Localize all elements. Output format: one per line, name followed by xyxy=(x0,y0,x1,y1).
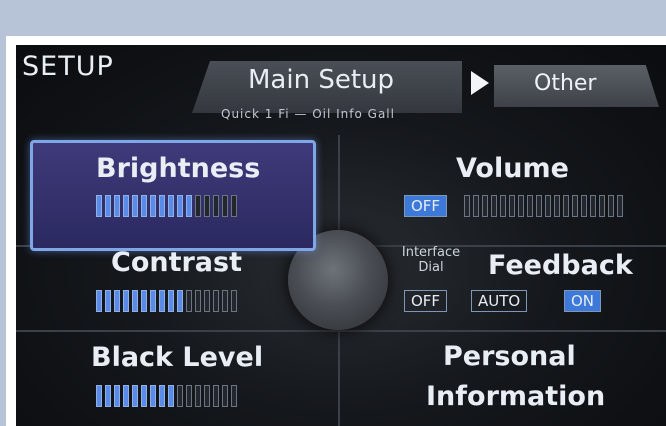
meter-segment xyxy=(204,385,210,407)
feedback-label: Feedback xyxy=(488,250,633,281)
meter-segment xyxy=(204,290,210,312)
volume-label: Volume xyxy=(456,153,569,184)
meter-segment xyxy=(527,195,533,217)
meter-segment xyxy=(195,385,201,407)
meter-segment xyxy=(213,385,219,407)
meter-segment xyxy=(105,290,111,312)
meter-segment xyxy=(159,290,165,312)
black-level-meter xyxy=(96,385,237,407)
meter-segment xyxy=(132,195,138,217)
volume-meter xyxy=(464,195,623,217)
black-level-label: Black Level xyxy=(91,342,264,373)
meter-segment xyxy=(105,385,111,407)
meter-segment xyxy=(177,385,183,407)
meter-segment xyxy=(608,195,614,217)
information-label: Information xyxy=(426,381,606,412)
meter-segment xyxy=(159,195,165,217)
page-title: SETUP xyxy=(22,51,114,82)
interface-dial-label: Interface Dial xyxy=(401,245,461,275)
meter-segment xyxy=(473,195,479,217)
arrow-right-icon xyxy=(471,71,489,95)
feedback-option-on[interactable]: ON xyxy=(564,290,602,312)
meter-segment xyxy=(96,195,102,217)
meter-segment xyxy=(168,385,174,407)
meter-segment xyxy=(572,195,578,217)
feedback-option-auto[interactable]: AUTO xyxy=(471,290,528,312)
tab-other-label: Other xyxy=(534,71,597,96)
meter-segment xyxy=(186,385,192,407)
meter-segment xyxy=(150,290,156,312)
meter-segment xyxy=(599,195,605,217)
meter-segment xyxy=(141,385,147,407)
meter-segment xyxy=(96,385,102,407)
meter-segment xyxy=(141,290,147,312)
contrast-label: Contrast xyxy=(111,247,243,278)
meter-segment xyxy=(168,290,174,312)
meter-segment xyxy=(617,195,623,217)
meter-segment xyxy=(123,290,129,312)
meter-segment xyxy=(96,290,102,312)
meter-segment xyxy=(213,195,219,217)
meter-segment xyxy=(123,385,129,407)
meter-segment xyxy=(114,195,120,217)
meter-segment xyxy=(114,385,120,407)
meter-segment xyxy=(186,195,192,217)
meter-segment xyxy=(500,195,506,217)
meter-segment xyxy=(554,195,560,217)
meter-segment xyxy=(123,195,129,217)
meter-segment xyxy=(177,195,183,217)
meter-segment xyxy=(581,195,587,217)
contrast-meter xyxy=(96,290,237,312)
brightness-label: Brightness xyxy=(96,153,261,184)
meter-segment xyxy=(482,195,488,217)
meter-segment xyxy=(231,195,237,217)
meter-segment xyxy=(590,195,596,217)
meter-segment xyxy=(132,385,138,407)
meter-segment xyxy=(464,195,470,217)
tab-main-setup-sublabel: Quick 1 Fi — Oil Info Gall xyxy=(221,107,395,121)
meter-segment xyxy=(222,290,228,312)
feedback-option-off[interactable]: OFF xyxy=(404,290,448,312)
meter-segment xyxy=(231,290,237,312)
meter-segment xyxy=(222,385,228,407)
meter-segment xyxy=(195,195,201,217)
meter-segment xyxy=(159,385,165,407)
meter-segment xyxy=(563,195,569,217)
meter-segment xyxy=(509,195,515,217)
meter-segment xyxy=(518,195,524,217)
meter-segment xyxy=(231,385,237,407)
meter-segment xyxy=(177,290,183,312)
meter-segment xyxy=(141,195,147,217)
meter-segment xyxy=(168,195,174,217)
meter-segment xyxy=(204,195,210,217)
tab-main-setup-label: Main Setup xyxy=(248,65,395,95)
meter-segment xyxy=(195,290,201,312)
meter-segment xyxy=(536,195,542,217)
volume-off-badge: OFF xyxy=(404,195,448,217)
meter-segment xyxy=(186,290,192,312)
setup-screen: SETUP Main Setup Quick 1 Fi — Oil Info G… xyxy=(16,45,666,426)
meter-segment xyxy=(150,195,156,217)
meter-segment xyxy=(491,195,497,217)
meter-segment xyxy=(545,195,551,217)
meter-segment xyxy=(132,290,138,312)
volume-setting[interactable] xyxy=(340,135,666,245)
personal-label: Personal xyxy=(443,341,576,372)
brightness-meter xyxy=(96,195,237,217)
meter-segment xyxy=(114,290,120,312)
meter-segment xyxy=(222,195,228,217)
meter-segment xyxy=(213,290,219,312)
meter-segment xyxy=(105,195,111,217)
meter-segment xyxy=(150,385,156,407)
